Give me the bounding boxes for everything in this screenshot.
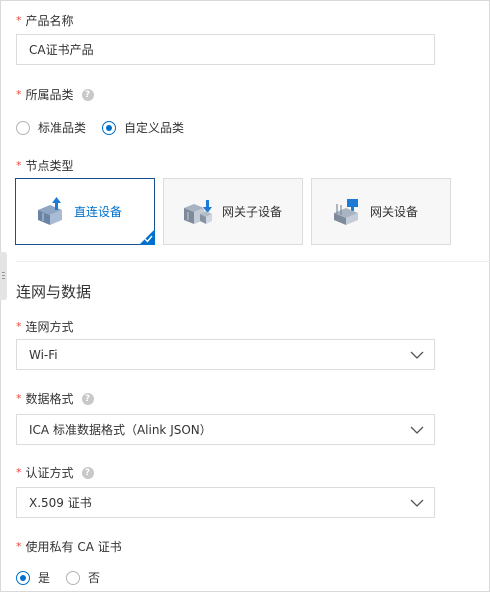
data-format-select[interactable]: ICA 标准数据格式（Alink JSON） — [16, 414, 435, 445]
help-icon[interactable]: ? — [81, 88, 94, 101]
private-ca-radio-group: 是 否 — [16, 569, 116, 586]
gateway-subdevice-icon — [184, 199, 212, 224]
chevron-down-icon — [410, 426, 424, 434]
node-type-card-gateway-sub[interactable]: 网关子设备 — [163, 178, 303, 245]
node-type-card-direct[interactable]: 直连设备 — [15, 178, 155, 245]
check-icon — [144, 235, 153, 243]
data-format-label: * 数据格式 ? — [16, 390, 94, 407]
required-mark: * — [16, 159, 22, 172]
private-ca-yes-radio[interactable]: 是 — [16, 569, 50, 586]
required-mark: * — [16, 14, 22, 27]
required-mark: * — [16, 466, 22, 479]
required-mark: * — [16, 392, 22, 405]
private-ca-label: * 使用私有 CA 证书 — [16, 540, 122, 554]
category-custom-radio[interactable]: 自定义品类 — [102, 119, 184, 136]
required-mark: * — [16, 320, 22, 333]
node-type-card-gateway[interactable]: 网关设备 — [311, 178, 451, 245]
auth-mode-select[interactable]: X.509 证书 — [16, 487, 435, 518]
category-standard-radio[interactable]: 标准品类 — [16, 119, 86, 136]
required-mark: * — [16, 540, 22, 553]
category-label: * 所属品类 ? — [16, 86, 94, 103]
help-icon[interactable]: ? — [81, 392, 94, 405]
product-name-label: * 产品名称 — [16, 14, 74, 28]
gateway-device-icon — [334, 198, 358, 225]
connect-mode-select[interactable]: Wi-Fi — [16, 339, 435, 370]
required-mark: * — [16, 88, 22, 101]
help-icon[interactable]: ? — [81, 466, 94, 479]
category-radio-group: 标准品类 自定义品类 — [16, 119, 200, 136]
section-title: 连网与数据 — [16, 283, 92, 301]
collapse-handle[interactable] — [0, 252, 7, 300]
auth-mode-label: * 认证方式 ? — [16, 464, 94, 481]
private-ca-no-radio[interactable]: 否 — [66, 569, 100, 586]
node-type-label: * 节点类型 — [16, 159, 74, 173]
chevron-down-icon — [410, 351, 424, 359]
section-divider — [16, 261, 490, 262]
chevron-down-icon — [410, 499, 424, 507]
product-name-input[interactable]: CA证书产品 — [16, 34, 435, 65]
direct-device-icon — [38, 196, 62, 225]
connect-mode-label: * 连网方式 — [16, 320, 74, 334]
